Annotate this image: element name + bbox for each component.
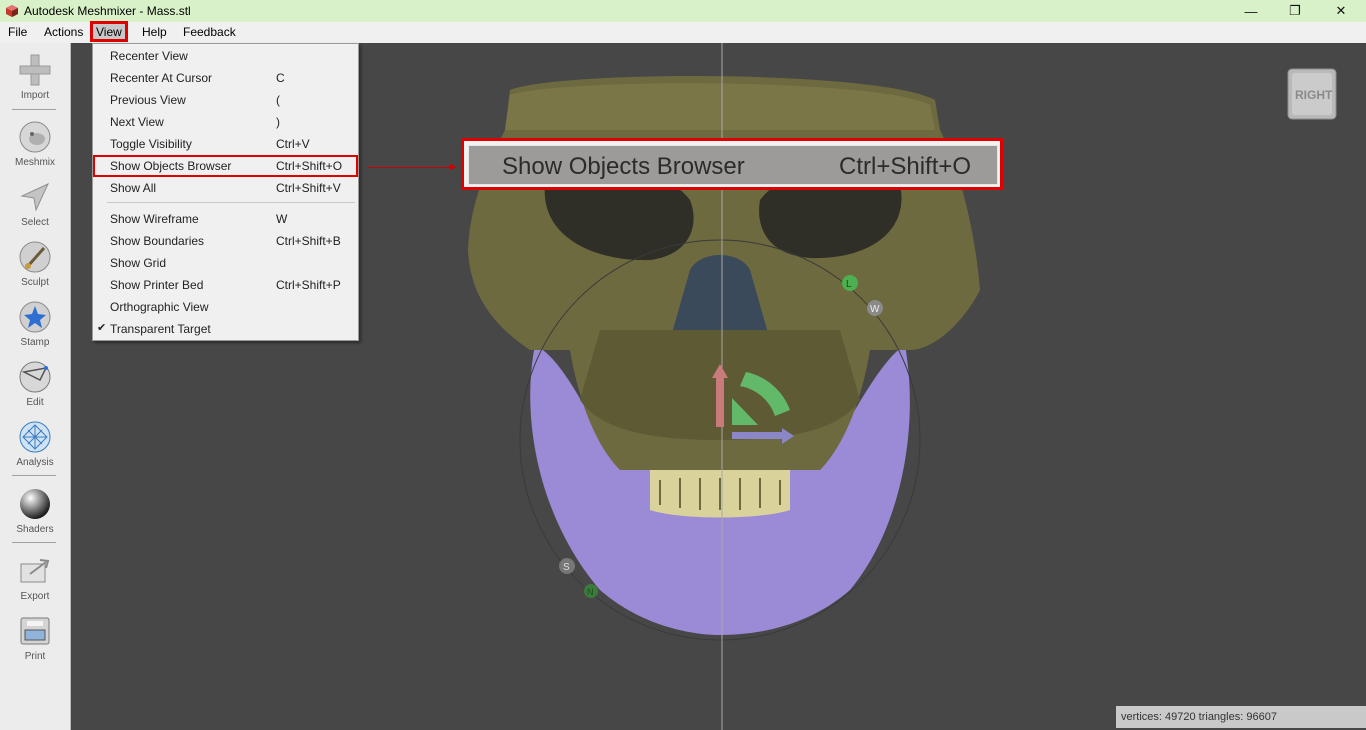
menu-item-orthographic-view[interactable]: Orthographic View bbox=[93, 296, 358, 318]
export-icon bbox=[20, 559, 50, 583]
import-label: Import bbox=[20, 90, 50, 101]
meshmix-tool[interactable]: Meshmix bbox=[0, 120, 70, 168]
sidebar-divider bbox=[12, 109, 56, 110]
menu-item-label: Show Objects Browser bbox=[110, 159, 232, 173]
gizmo-label-w: W bbox=[870, 304, 880, 315]
menu-item-previous-view[interactable]: Previous View ( bbox=[93, 89, 358, 111]
analysis-sphere-icon bbox=[19, 421, 51, 453]
stamp-icon bbox=[19, 301, 51, 333]
menu-item-label: Recenter At Cursor bbox=[110, 71, 213, 85]
sculpt-label: Sculpt bbox=[21, 277, 49, 288]
export-tool[interactable]: Export bbox=[0, 554, 70, 602]
bunny-head-icon bbox=[19, 121, 51, 153]
menu-separator bbox=[107, 202, 355, 203]
mesh-stats: vertices: 49720 triangles: 96607 bbox=[1116, 706, 1366, 728]
stamp-tool[interactable]: Stamp bbox=[0, 300, 70, 348]
menu-item-show-all[interactable]: Show All Ctrl+Shift+V bbox=[93, 177, 358, 199]
menu-actions[interactable]: Actions bbox=[39, 22, 88, 43]
menu-item-recenter-at-cursor[interactable]: Recenter At Cursor C bbox=[93, 67, 358, 89]
gizmo-label-s: S bbox=[563, 562, 570, 573]
title-bar: Autodesk Meshmixer - Mass.stl — ❐ ✕ bbox=[0, 0, 1366, 22]
menu-item-show-printer-bed[interactable]: Show Printer Bed Ctrl+Shift+P bbox=[93, 274, 358, 296]
menu-item-label: Show Grid bbox=[110, 256, 167, 270]
menu-item-show-wireframe[interactable]: Show Wireframe W bbox=[93, 208, 358, 230]
menu-item-next-view[interactable]: Next View) bbox=[93, 111, 358, 133]
select-tool[interactable]: Select bbox=[0, 180, 70, 228]
menu-item-label: Orthographic View bbox=[110, 300, 209, 314]
sidebar-divider bbox=[12, 542, 56, 543]
export-label: Export bbox=[20, 591, 50, 602]
sculpt-tool[interactable]: Sculpt bbox=[0, 240, 70, 288]
close-button[interactable]: ✕ bbox=[1318, 0, 1364, 22]
menu-item-show-objects-browser[interactable]: Show Objects Browser Ctrl+Shift+O bbox=[93, 155, 358, 177]
menu-item-shortcut: ( bbox=[276, 93, 280, 107]
sidebar-divider bbox=[12, 475, 56, 476]
menu-feedback[interactable]: Feedback bbox=[178, 22, 241, 43]
tool-sidebar: Import Meshmix Select Sculpt Stamp Edit … bbox=[0, 43, 71, 730]
shaders-tool[interactable]: Shaders bbox=[0, 487, 70, 535]
menu-item-shortcut: Ctrl+Shift+O bbox=[276, 159, 343, 173]
printer-icon bbox=[20, 617, 50, 645]
zoom-callout-item: Show Objects Browser Ctrl+Shift+O bbox=[468, 145, 998, 185]
checkmark-icon: ✔ bbox=[97, 322, 107, 334]
edit-tool[interactable]: Edit bbox=[0, 360, 70, 408]
view-cube[interactable]: RIGHT bbox=[1286, 67, 1338, 121]
edit-label: Edit bbox=[26, 397, 44, 408]
menu-help[interactable]: Help bbox=[137, 22, 172, 43]
select-label: Select bbox=[21, 217, 49, 228]
brush-icon bbox=[19, 241, 51, 273]
callout-arrow-icon bbox=[450, 164, 457, 170]
menu-item-show-boundaries[interactable]: Show Boundaries Ctrl+Shift+B bbox=[93, 230, 358, 252]
menu-item-label: Show Printer Bed bbox=[110, 278, 204, 292]
cursor-arrow-icon bbox=[20, 182, 50, 212]
gizmo-label-l: L bbox=[846, 279, 852, 290]
menu-item-toggle-visibility[interactable]: Toggle Visibility Ctrl+V bbox=[93, 133, 358, 155]
import-tool[interactable]: Import bbox=[0, 53, 70, 101]
maximize-button[interactable]: ❐ bbox=[1272, 0, 1318, 22]
menu-item-shortcut: Ctrl+Shift+P bbox=[276, 278, 341, 292]
menu-item-label: Recenter View bbox=[110, 49, 188, 63]
meshmixer-logo-icon bbox=[6, 5, 18, 17]
meshmix-label: Meshmix bbox=[14, 157, 55, 168]
menu-bar: File Actions View Help Feedback bbox=[0, 21, 1366, 43]
minimize-button[interactable]: — bbox=[1228, 0, 1274, 22]
analysis-tool[interactable]: Analysis bbox=[0, 420, 70, 468]
menu-item-shortcut: Ctrl+Shift+B bbox=[276, 234, 341, 248]
menu-item-shortcut: C bbox=[276, 71, 285, 85]
view-menu-dropdown: Recenter View Recenter At Cursor C Previo… bbox=[92, 43, 359, 341]
menu-item-recenter-view[interactable]: Recenter View bbox=[93, 45, 358, 67]
shader-sphere-icon bbox=[20, 489, 50, 519]
print-tool[interactable]: Print bbox=[0, 614, 70, 662]
menu-item-label: Next View bbox=[110, 115, 164, 129]
shaders-label: Shaders bbox=[16, 524, 54, 535]
view-cube-label: RIGHT bbox=[1295, 88, 1333, 102]
zoom-callout-label: Show Objects Browser bbox=[502, 153, 745, 180]
menu-view[interactable]: View bbox=[90, 21, 128, 42]
menu-item-transparent-target[interactable]: ✔ Transparent Target bbox=[93, 318, 358, 340]
menu-item-shortcut: Ctrl+Shift+V bbox=[276, 181, 341, 195]
menu-item-shortcut: ) bbox=[276, 115, 280, 129]
menu-item-label: Toggle Visibility bbox=[110, 137, 192, 151]
plus-icon bbox=[19, 54, 51, 86]
menu-item-label: Transparent Target bbox=[110, 322, 211, 336]
menu-item-label: Previous View bbox=[110, 93, 186, 107]
edit-sphere-icon bbox=[19, 361, 51, 393]
menu-item-show-grid[interactable]: Show Grid bbox=[93, 252, 358, 274]
analysis-label: Analysis bbox=[16, 457, 54, 468]
menu-item-shortcut: W bbox=[276, 212, 288, 226]
menu-item-label: Show Boundaries bbox=[110, 234, 205, 248]
menu-item-label: Show All bbox=[110, 181, 157, 195]
gizmo-label-n: N bbox=[587, 587, 594, 597]
window-title: Autodesk Meshmixer - Mass.stl bbox=[24, 4, 191, 18]
menu-file[interactable]: File bbox=[3, 22, 32, 43]
menu-item-label: Show Wireframe bbox=[110, 212, 199, 226]
print-label: Print bbox=[24, 651, 46, 662]
zoom-callout: Show Objects Browser Ctrl+Shift+O bbox=[461, 138, 1003, 190]
menu-item-shortcut: Ctrl+V bbox=[276, 137, 310, 151]
zoom-callout-shortcut: Ctrl+Shift+O bbox=[839, 153, 972, 180]
callout-arrow-line bbox=[368, 167, 456, 168]
stamp-label: Stamp bbox=[20, 337, 50, 348]
